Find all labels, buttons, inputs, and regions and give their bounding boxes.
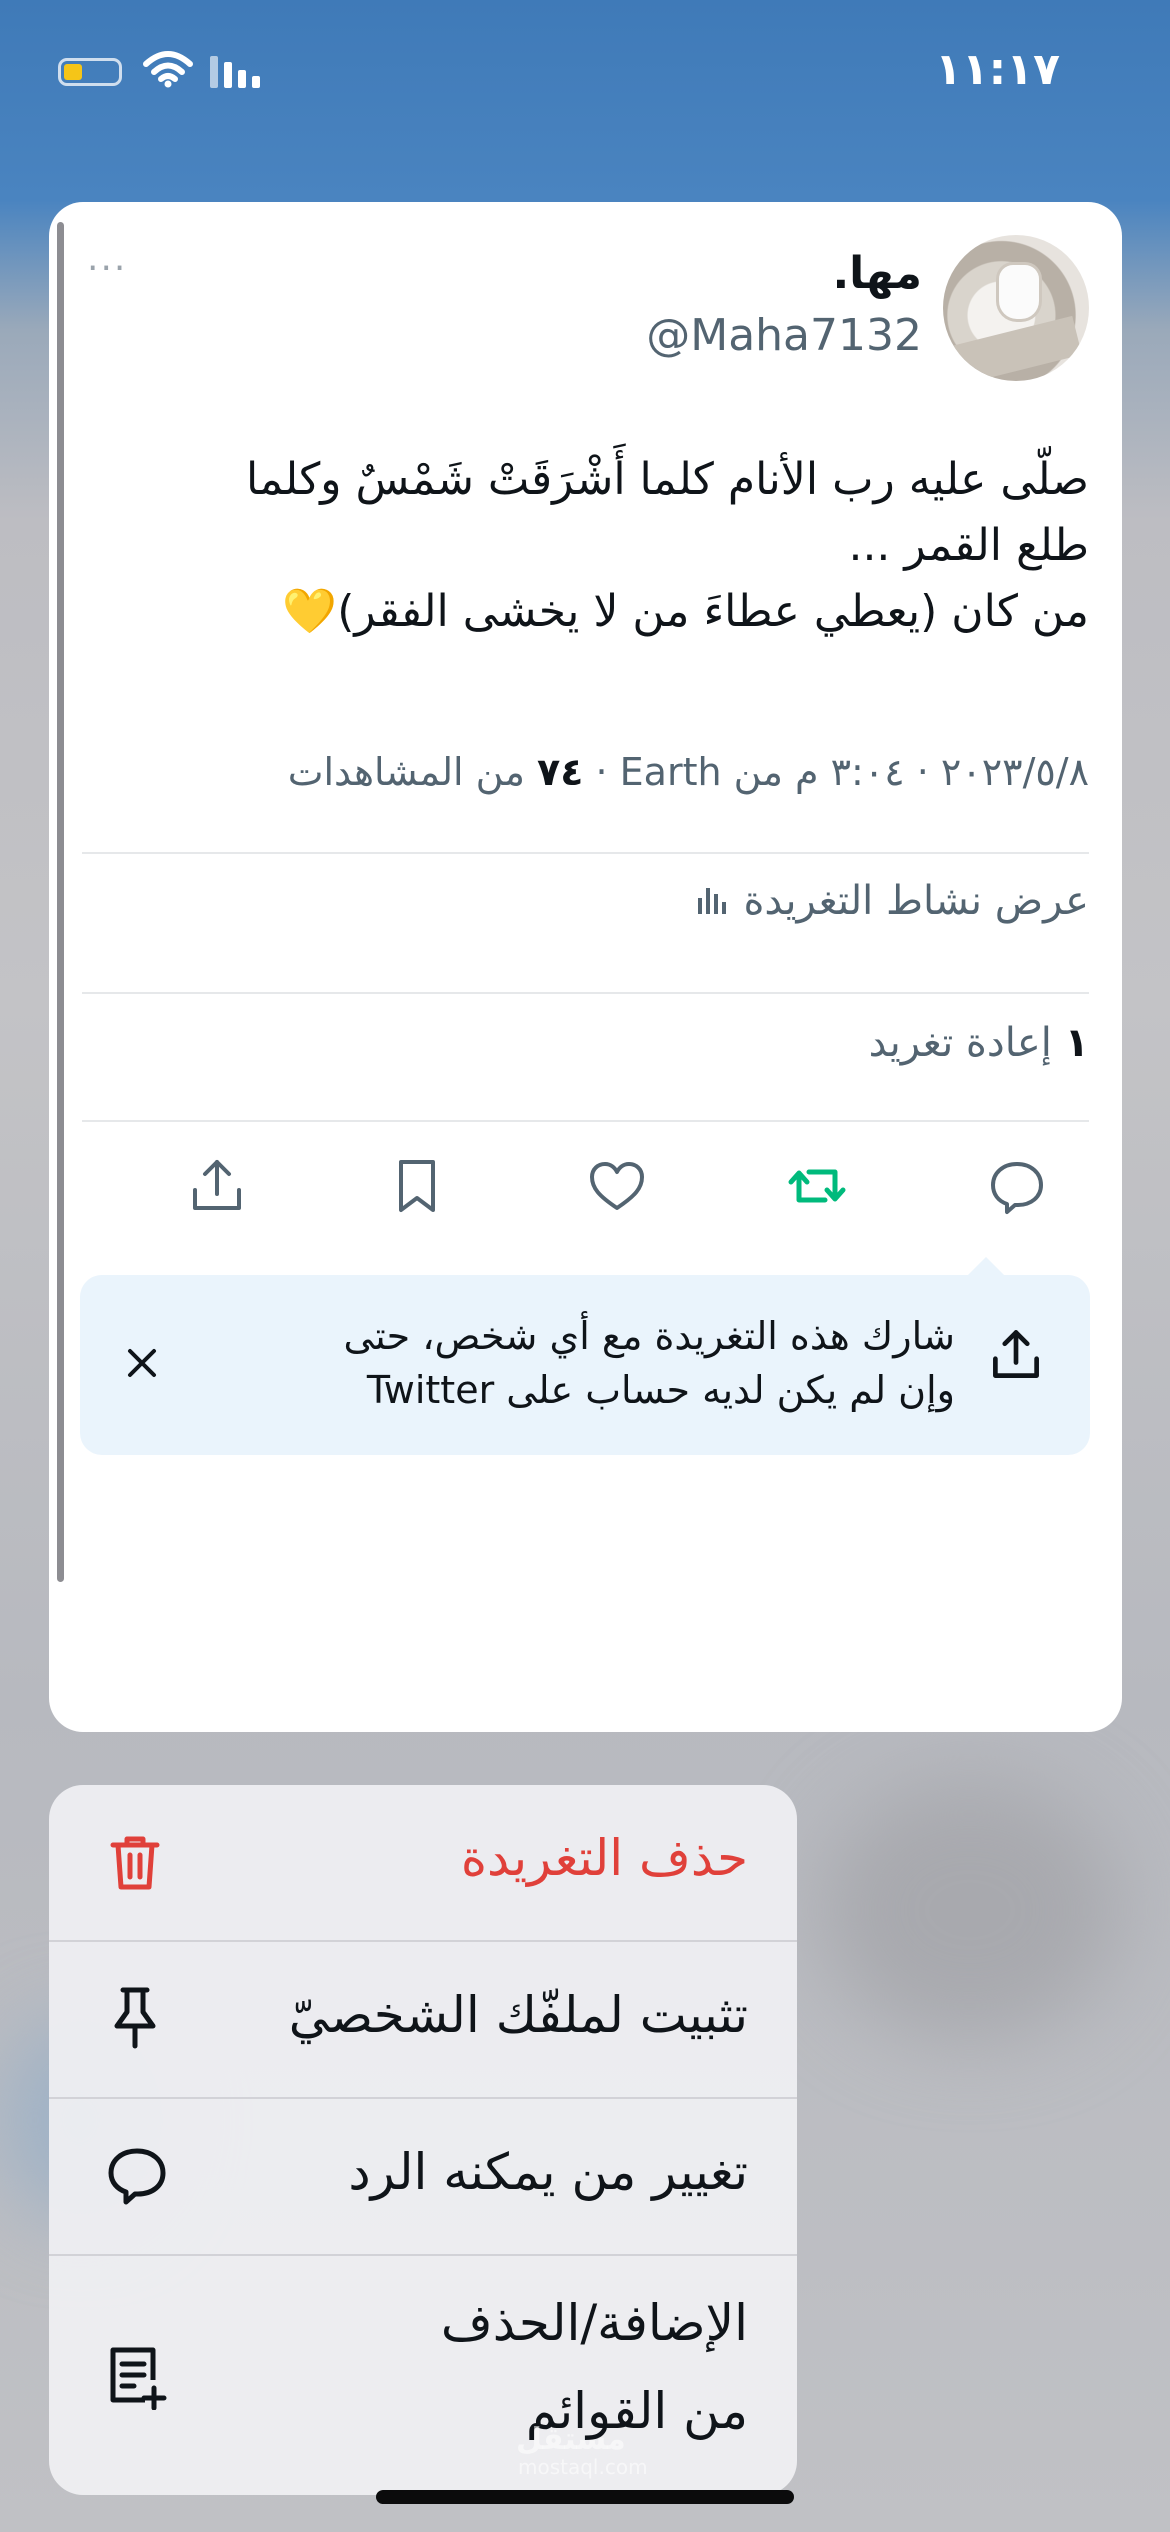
analytics-icon	[698, 888, 727, 914]
like-icon[interactable]	[585, 1154, 649, 1218]
retweet-count-label: إعادة تغريد	[868, 1020, 1065, 1066]
tweet-text-line: صلّى عليه رب الأنام كلما أَشْرَقَتْ شَمْ…	[245, 454, 1089, 505]
pin-icon	[114, 1987, 156, 2049]
home-indicator[interactable]	[376, 2490, 794, 2504]
menu-item-label: تغيير من يمكنه الرد	[348, 2143, 748, 2201]
author-handle[interactable]: @Maha7132	[646, 310, 922, 361]
share-tooltip-text: شارك هذه التغريدة مع أي شخص، حتى وإن لم …	[344, 1309, 956, 1417]
menu-item-delete-tweet[interactable]: حذف التغريدة	[49, 1785, 797, 1942]
status-time: ١١:١٧	[934, 44, 1060, 95]
close-icon[interactable]	[120, 1341, 164, 1385]
list-add-icon	[110, 2347, 167, 2410]
tweet-actions-bar	[82, 1132, 1089, 1252]
divider	[82, 852, 1089, 854]
signal-icon	[210, 56, 260, 88]
wifi-icon	[143, 51, 193, 88]
tweet-datetime: ٢٠٢٣/٥/٨ · ٣:٠٤ م من Earth ·	[583, 750, 1090, 794]
more-options-icon[interactable]: ···	[87, 248, 127, 289]
view-activity-link[interactable]: عرض نشاط التغريدة	[695, 878, 1089, 924]
tweet-meta: ٢٠٢٣/٥/٨ · ٣:٠٤ م من Earth · ٧٤ من المشا…	[288, 750, 1089, 794]
avatar[interactable]	[943, 235, 1089, 381]
share-icon	[993, 1330, 1039, 1378]
retweet-count[interactable]: ١ إعادة تغريد	[869, 1020, 1089, 1066]
battery-nub	[58, 58, 122, 86]
tweet-text-line: طلع القمر ...	[848, 520, 1089, 571]
share-tooltip-line: وإن لم يكن لديه حساب على Twitter	[366, 1368, 955, 1412]
speech-bubble-icon	[108, 2148, 166, 2205]
menu-item-add-remove-lists[interactable]: الإضافة/الحذف من القوائم	[49, 2256, 797, 2495]
background-blur	[820, 1780, 1120, 2040]
author-name[interactable]: مها.	[832, 248, 922, 299]
menu-item-pin-to-profile[interactable]: تثبيت لملفّك الشخصيّ	[49, 1942, 797, 2099]
tweet-card[interactable]: ··· مها. @Maha7132 صلّى عليه رب الأنام ك…	[49, 202, 1122, 1732]
tweet-text-line: من كان (يعطي عطاءَ من لا يخشى الفقر)💛	[282, 586, 1089, 637]
share-tooltip: شارك هذه التغريدة مع أي شخص، حتى وإن لم …	[80, 1257, 1090, 1455]
divider	[82, 1120, 1089, 1122]
retweet-icon[interactable]	[785, 1154, 849, 1218]
activity-label: عرض نشاط التغريدة	[743, 878, 1089, 924]
reply-icon[interactable]	[985, 1154, 1049, 1218]
context-menu: حذف التغريدة تثبيت لملفّك الشخصيّ تغيير …	[49, 1785, 797, 2495]
retweet-count-number: ١	[1064, 1020, 1089, 1066]
watermark: مستقل	[516, 2422, 626, 2457]
views-label: من المشاهدات	[287, 750, 538, 794]
trash-icon	[110, 1836, 160, 1890]
menu-item-change-who-can-reply[interactable]: تغيير من يمكنه الرد	[49, 2099, 797, 2256]
menu-item-label: الإضافة/الحذف	[440, 2294, 748, 2352]
bookmark-icon[interactable]	[385, 1154, 449, 1218]
menu-item-label: تثبيت لملفّك الشخصيّ	[288, 1986, 748, 2044]
watermark: mostaql.com	[518, 2455, 648, 2479]
share-icon[interactable]	[185, 1154, 249, 1218]
divider	[82, 992, 1089, 994]
menu-item-label: حذف التغريدة	[460, 1829, 748, 1887]
views-count: ٧٤	[537, 750, 584, 794]
scroll-indicator	[57, 222, 64, 1582]
status-bar: ١١:١٧	[0, 0, 1170, 150]
tweet-text: صلّى عليه رب الأنام كلما أَشْرَقَتْ شَمْ…	[89, 447, 1089, 645]
share-tooltip-line: شارك هذه التغريدة مع أي شخص، حتى	[343, 1314, 956, 1358]
